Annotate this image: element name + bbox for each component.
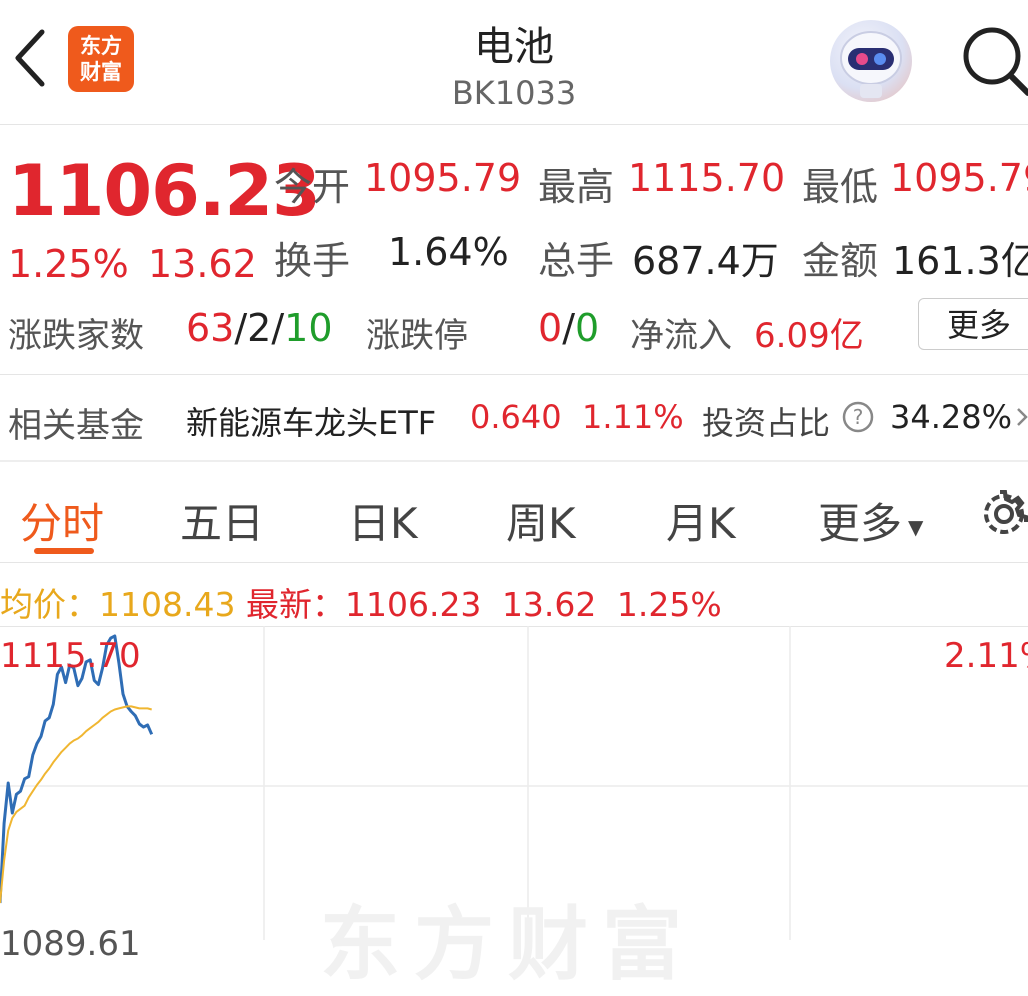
open-value: 1095.79 [364,156,522,200]
turnover-label: 换手 [274,239,351,283]
fund-name[interactable]: 新能源车龙头ETF [186,398,436,444]
high-label: 最高 [538,165,615,209]
open-label: 今开 [274,165,351,209]
fund-divider [0,460,1028,462]
header-divider [0,124,1028,125]
settings-gear-icon[interactable] [976,488,1028,540]
amount-label: 金额 [802,239,879,283]
tab-more[interactable]: 更多 ▼ [818,490,923,551]
limit-label: 涨跌停 [366,316,468,356]
volume-value: 687.4万 [632,239,779,283]
help-icon[interactable]: ? [842,401,874,433]
high-value: 1115.70 [628,156,786,200]
tabs-divider [0,562,1028,563]
fund-percent: 1.11% [582,398,684,436]
volume-label: 总手 [538,239,615,283]
search-icon[interactable] [958,20,1028,100]
intraday-info-bar: 均价：1108.43 最新：1106.23 13.62 1.25% [0,578,722,626]
chevron-right-icon[interactable] [1014,404,1028,430]
watermark-text: 东方财富 [320,898,696,991]
limit-up-count: 0 [538,306,563,350]
netflow-value: 6.09亿 [754,316,864,356]
turnover-value: 1.64% [388,230,509,274]
latest-label: 最新： [245,585,345,624]
assistant-robot-avatar[interactable] [830,20,912,102]
latest-value: 1106.23 [344,585,482,624]
fund-price: 0.640 [470,398,562,436]
latest-change: 13.62 [501,585,597,624]
change-percent: 1.25% [8,242,129,286]
down-count: 10 [284,306,333,350]
up-count: 63 [186,306,235,350]
average-price-line [0,705,152,904]
y-axis-top-percent: 2.11% [944,636,1028,676]
breadth-counts: 63/2/10 [186,306,333,350]
netflow-label: 净流入 [630,316,732,356]
tab-daily-k[interactable]: 日K [348,490,418,551]
breadth-divider [0,374,1028,375]
avg-value: 1108.43 [99,585,236,624]
avg-label: 均价： [0,585,99,624]
related-fund-label: 相关基金 [8,406,144,446]
flat-count: 2 [247,306,272,350]
separator: / [234,306,248,350]
tab-monthly-k[interactable]: 月K [666,490,736,551]
tab-weekly-k[interactable]: 周K [506,490,576,551]
investment-ratio-label: 投资占比 [702,404,831,442]
tab-intraday[interactable]: 分时 [20,490,104,551]
price-line [0,634,154,904]
tab-more-label: 更多 [818,499,903,548]
svg-text:?: ? [853,405,864,429]
y-axis-bottom-label: 1089.61 [0,924,141,964]
change-value: 13.62 [148,242,257,286]
limit-counts: 0/0 [538,306,599,350]
limit-down-count: 0 [575,306,600,350]
tab-five-day[interactable]: 五日 [180,490,264,551]
y-axis-top-label: 1115.70 [0,636,141,676]
amount-value: 161.3亿 [892,239,1028,283]
active-tab-indicator [34,548,94,554]
latest-percent: 1.25% [616,585,722,624]
investment-ratio-value: 34.28% [890,398,1013,436]
separator: / [271,306,285,350]
low-label: 最低 [802,165,879,209]
more-button[interactable]: 更多 [918,298,1028,350]
separator: / [562,306,575,350]
breadth-label: 涨跌家数 [8,316,144,356]
caret-down-icon: ▼ [908,514,924,539]
low-value: 1095.79 [890,156,1028,200]
